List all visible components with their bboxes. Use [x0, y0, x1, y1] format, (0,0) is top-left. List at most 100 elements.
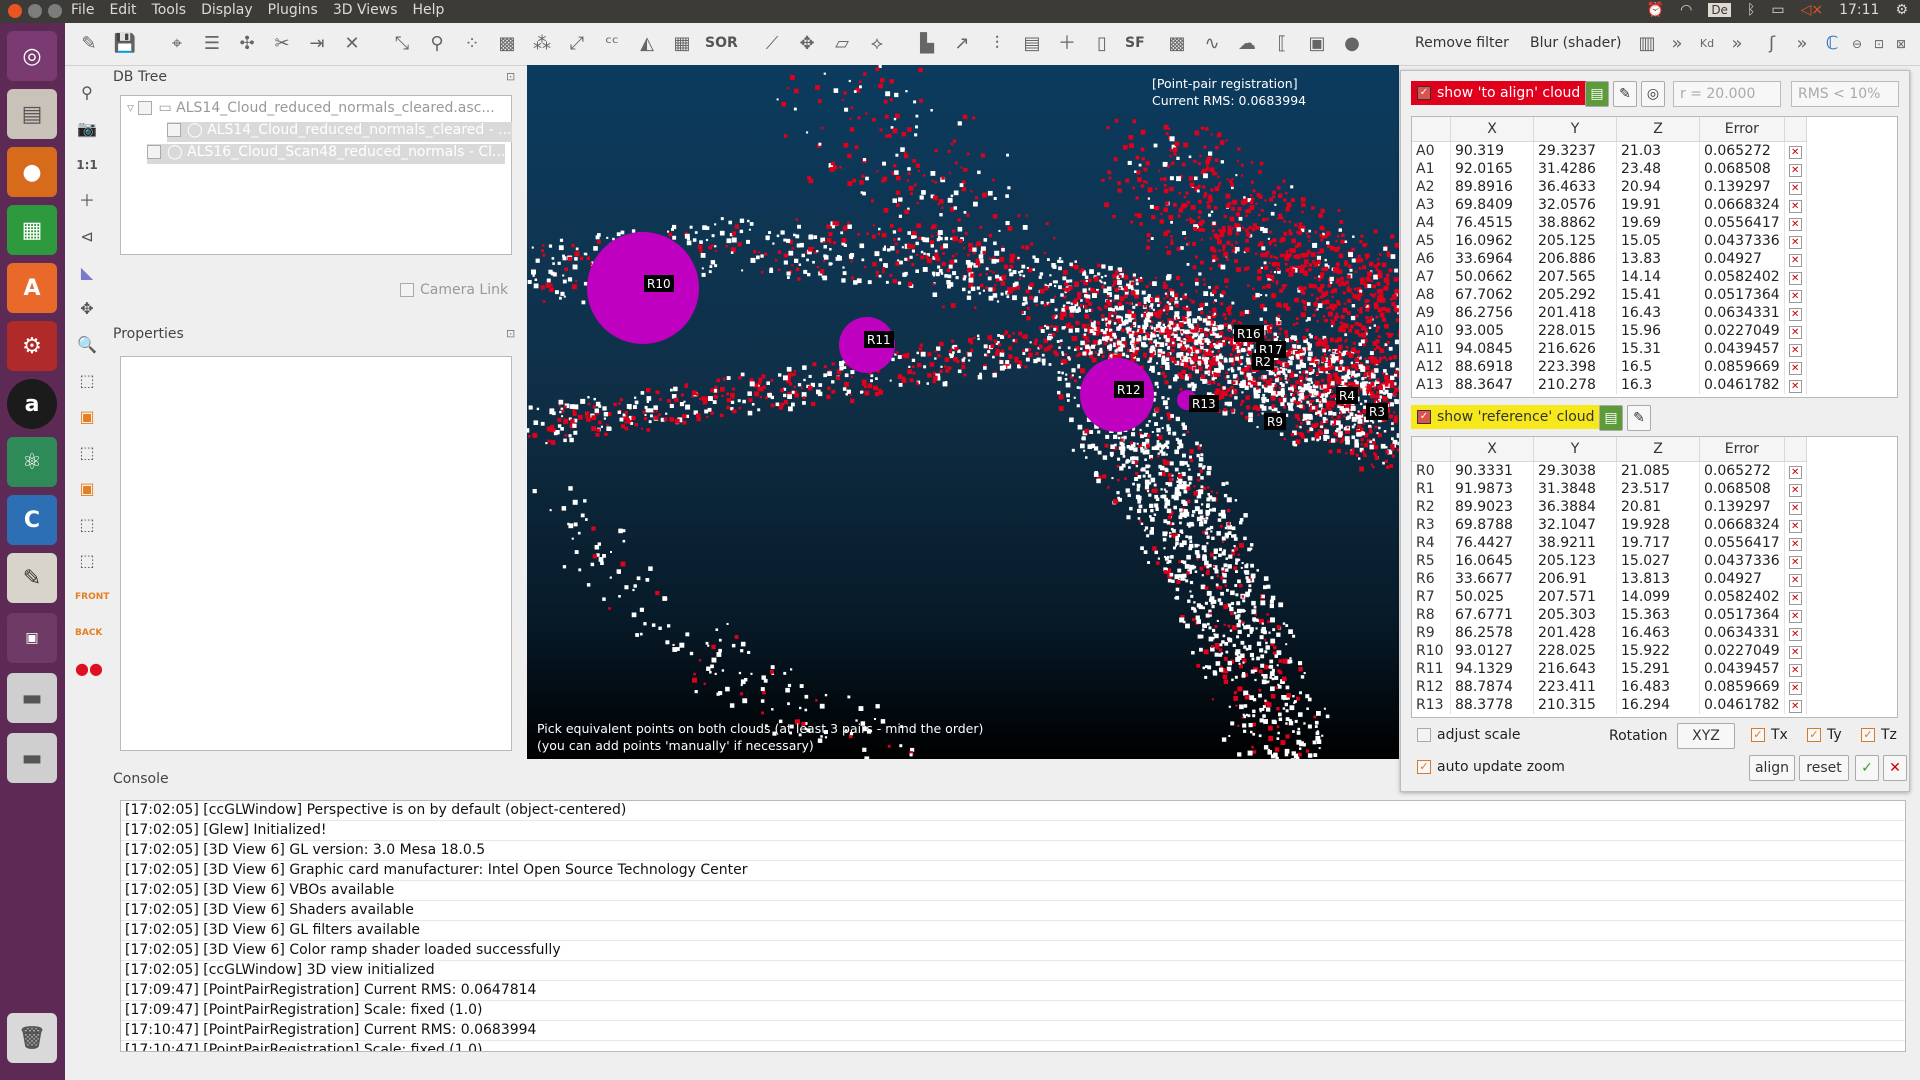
- menu-3d-views[interactable]: 3D Views: [333, 2, 398, 18]
- blur-shader-button[interactable]: Blur (shader): [1530, 35, 1622, 51]
- align-icon[interactable]: ⤡: [390, 32, 414, 56]
- more-chevron-2-icon[interactable]: »: [1725, 32, 1749, 56]
- sor-button[interactable]: SOR: [705, 35, 738, 51]
- move-icon[interactable]: ✥: [795, 32, 819, 56]
- sphere-icon[interactable]: ●: [1340, 32, 1364, 56]
- tree-item-als14[interactable]: ◯ ALS14_Cloud_reduced_normals_cleared - …: [167, 122, 512, 142]
- filter-icon[interactable]: ⫶: [985, 32, 1009, 56]
- system-settings-icon[interactable]: ⚙: [7, 321, 57, 371]
- open-icon[interactable]: ✎: [77, 32, 101, 56]
- firefox-icon[interactable]: ●: [7, 147, 57, 197]
- text-editor-icon[interactable]: ✎: [7, 553, 57, 603]
- menu-file[interactable]: File: [71, 2, 94, 18]
- menu-edit[interactable]: Edit: [109, 2, 136, 18]
- cloud-icon[interactable]: ☁: [1235, 32, 1259, 56]
- battery-tool-icon[interactable]: ▯: [1090, 32, 1114, 56]
- mdi-minimize-icon[interactable]: ⊖: [1845, 32, 1869, 56]
- properties-undock-icon[interactable]: ⊡: [506, 327, 515, 340]
- app-icon[interactable]: ℂ: [1820, 32, 1844, 56]
- clock[interactable]: 17:11: [1839, 2, 1879, 18]
- view-right-icon[interactable]: ▣: [75, 477, 99, 501]
- image-icon[interactable]: ▣: [1305, 32, 1329, 56]
- battery-icon[interactable]: ▭: [1771, 2, 1784, 18]
- trash-icon[interactable]: 🗑: [7, 1013, 57, 1063]
- camera-icon[interactable]: 📷: [75, 117, 99, 141]
- tree-checkbox[interactable]: [138, 101, 153, 115]
- more-chevron-3-icon[interactable]: »: [1790, 32, 1814, 56]
- remove-filter-button[interactable]: Remove filter: [1415, 35, 1509, 51]
- workspace-switcher-icon[interactable]: ▣: [7, 613, 57, 663]
- translate-icon[interactable]: ✣: [235, 32, 259, 56]
- settings-gear-icon[interactable]: ⚙: [1895, 2, 1908, 18]
- atom-icon[interactable]: ⚛: [7, 437, 57, 487]
- mdi-restore-icon[interactable]: ⊡: [1867, 32, 1891, 56]
- camera-link-toggle[interactable]: Camera Link: [400, 282, 508, 298]
- menu-help[interactable]: Help: [412, 2, 444, 18]
- film-icon[interactable]: ▩: [1165, 32, 1189, 56]
- perspective-icon[interactable]: ⊲: [75, 225, 99, 249]
- mesh-icon[interactable]: ◭: [635, 32, 659, 56]
- view-iso1-icon[interactable]: ⬚: [75, 369, 99, 393]
- close-window-button[interactable]: [8, 4, 22, 18]
- sf-button[interactable]: SF: [1125, 35, 1145, 51]
- lighting-icon[interactable]: ◣: [75, 261, 99, 285]
- volume-muted-icon[interactable]: ◁×: [1801, 2, 1824, 18]
- view-bottom-icon[interactable]: ⬚: [75, 513, 99, 537]
- grid-icon[interactable]: ▤: [1020, 32, 1044, 56]
- list-icon[interactable]: ☰: [200, 32, 224, 56]
- zoom-icon[interactable]: 🔍: [75, 333, 99, 357]
- add-icon[interactable]: ＋: [1055, 32, 1079, 56]
- tree-item-group[interactable]: ▿ ▭ ALS14_Cloud_reduced_normals_cleared.…: [127, 100, 495, 120]
- software-center-icon[interactable]: A: [7, 263, 57, 313]
- view-back-icon[interactable]: BACK: [75, 621, 102, 645]
- plane-icon[interactable]: ▱: [830, 32, 854, 56]
- bluetooth-icon[interactable]: ᛒ: [1747, 2, 1755, 18]
- db-tree-undock-icon[interactable]: ⊡: [506, 70, 515, 83]
- center-crosshair-icon[interactable]: ＋: [75, 189, 99, 213]
- calc-spreadsheet-icon[interactable]: ▦: [7, 205, 57, 255]
- view-front-icon[interactable]: FRONT: [75, 585, 109, 609]
- segment-icon[interactable]: ✂: [270, 32, 294, 56]
- subsample-icon[interactable]: ▩: [495, 32, 519, 56]
- menu-plugins[interactable]: Plugins: [268, 2, 318, 18]
- normals-icon[interactable]: ⟋: [760, 32, 784, 56]
- noise-icon[interactable]: ⁂: [530, 32, 554, 56]
- histogram-icon[interactable]: ▙: [915, 32, 939, 56]
- edl-icon[interactable]: ▥: [1635, 32, 1659, 56]
- zoom-1-1-icon[interactable]: 1:1: [75, 153, 99, 177]
- drive-2-icon[interactable]: ▬: [7, 733, 57, 783]
- wifi-icon[interactable]: ◠: [1680, 2, 1692, 18]
- checker-icon[interactable]: ▦: [670, 32, 694, 56]
- move-pan-icon[interactable]: ✥: [75, 297, 99, 321]
- more-chevron-icon[interactable]: »: [1665, 32, 1689, 56]
- merge-icon[interactable]: ⇥: [305, 32, 329, 56]
- view-left-icon[interactable]: ⬚: [75, 441, 99, 465]
- view-iso2-icon[interactable]: ⬚: [75, 549, 99, 573]
- keyboard-layout-indicator[interactable]: De: [1708, 3, 1731, 17]
- stereo-icon[interactable]: ●●: [75, 657, 103, 681]
- bracket-icon[interactable]: ⟦: [1270, 32, 1294, 56]
- minimize-window-button[interactable]: [28, 4, 42, 18]
- sample-icon[interactable]: ⁘: [460, 32, 484, 56]
- delete-icon[interactable]: ✕: [340, 32, 364, 56]
- files-icon[interactable]: ▤: [7, 89, 57, 139]
- menu-tools[interactable]: Tools: [152, 2, 187, 18]
- distance-icon[interactable]: ⤢: [565, 32, 589, 56]
- save-icon[interactable]: 💾: [113, 32, 137, 56]
- cc-icon[interactable]: ᶜᶜ: [600, 32, 624, 56]
- pick-rotation-center-icon[interactable]: ⚲: [75, 81, 99, 105]
- pin-icon[interactable]: ⚲: [425, 32, 449, 56]
- 3d-view[interactable]: R10 R11 R12 R13 R9 R16 R17 R2 R4 R3 [Point-pair r…: [527, 65, 1399, 759]
- menu-display[interactable]: Display: [201, 2, 253, 18]
- amazon-icon[interactable]: a: [7, 379, 57, 429]
- clone-icon[interactable]: ⌖: [165, 32, 189, 56]
- maximize-window-button[interactable]: [48, 4, 62, 18]
- kd-icon[interactable]: Kd: [1695, 32, 1719, 56]
- pick-icon[interactable]: ⟡: [865, 32, 889, 56]
- mdi-close-icon[interactable]: ⊠: [1889, 32, 1913, 56]
- chart-icon[interactable]: ↗: [950, 32, 974, 56]
- view-top-icon[interactable]: ▣: [75, 405, 99, 429]
- alarm-clock-icon[interactable]: ⏰: [1647, 2, 1664, 18]
- drive-icon[interactable]: ▬: [7, 673, 57, 723]
- cloudcompare-icon[interactable]: C: [7, 495, 57, 545]
